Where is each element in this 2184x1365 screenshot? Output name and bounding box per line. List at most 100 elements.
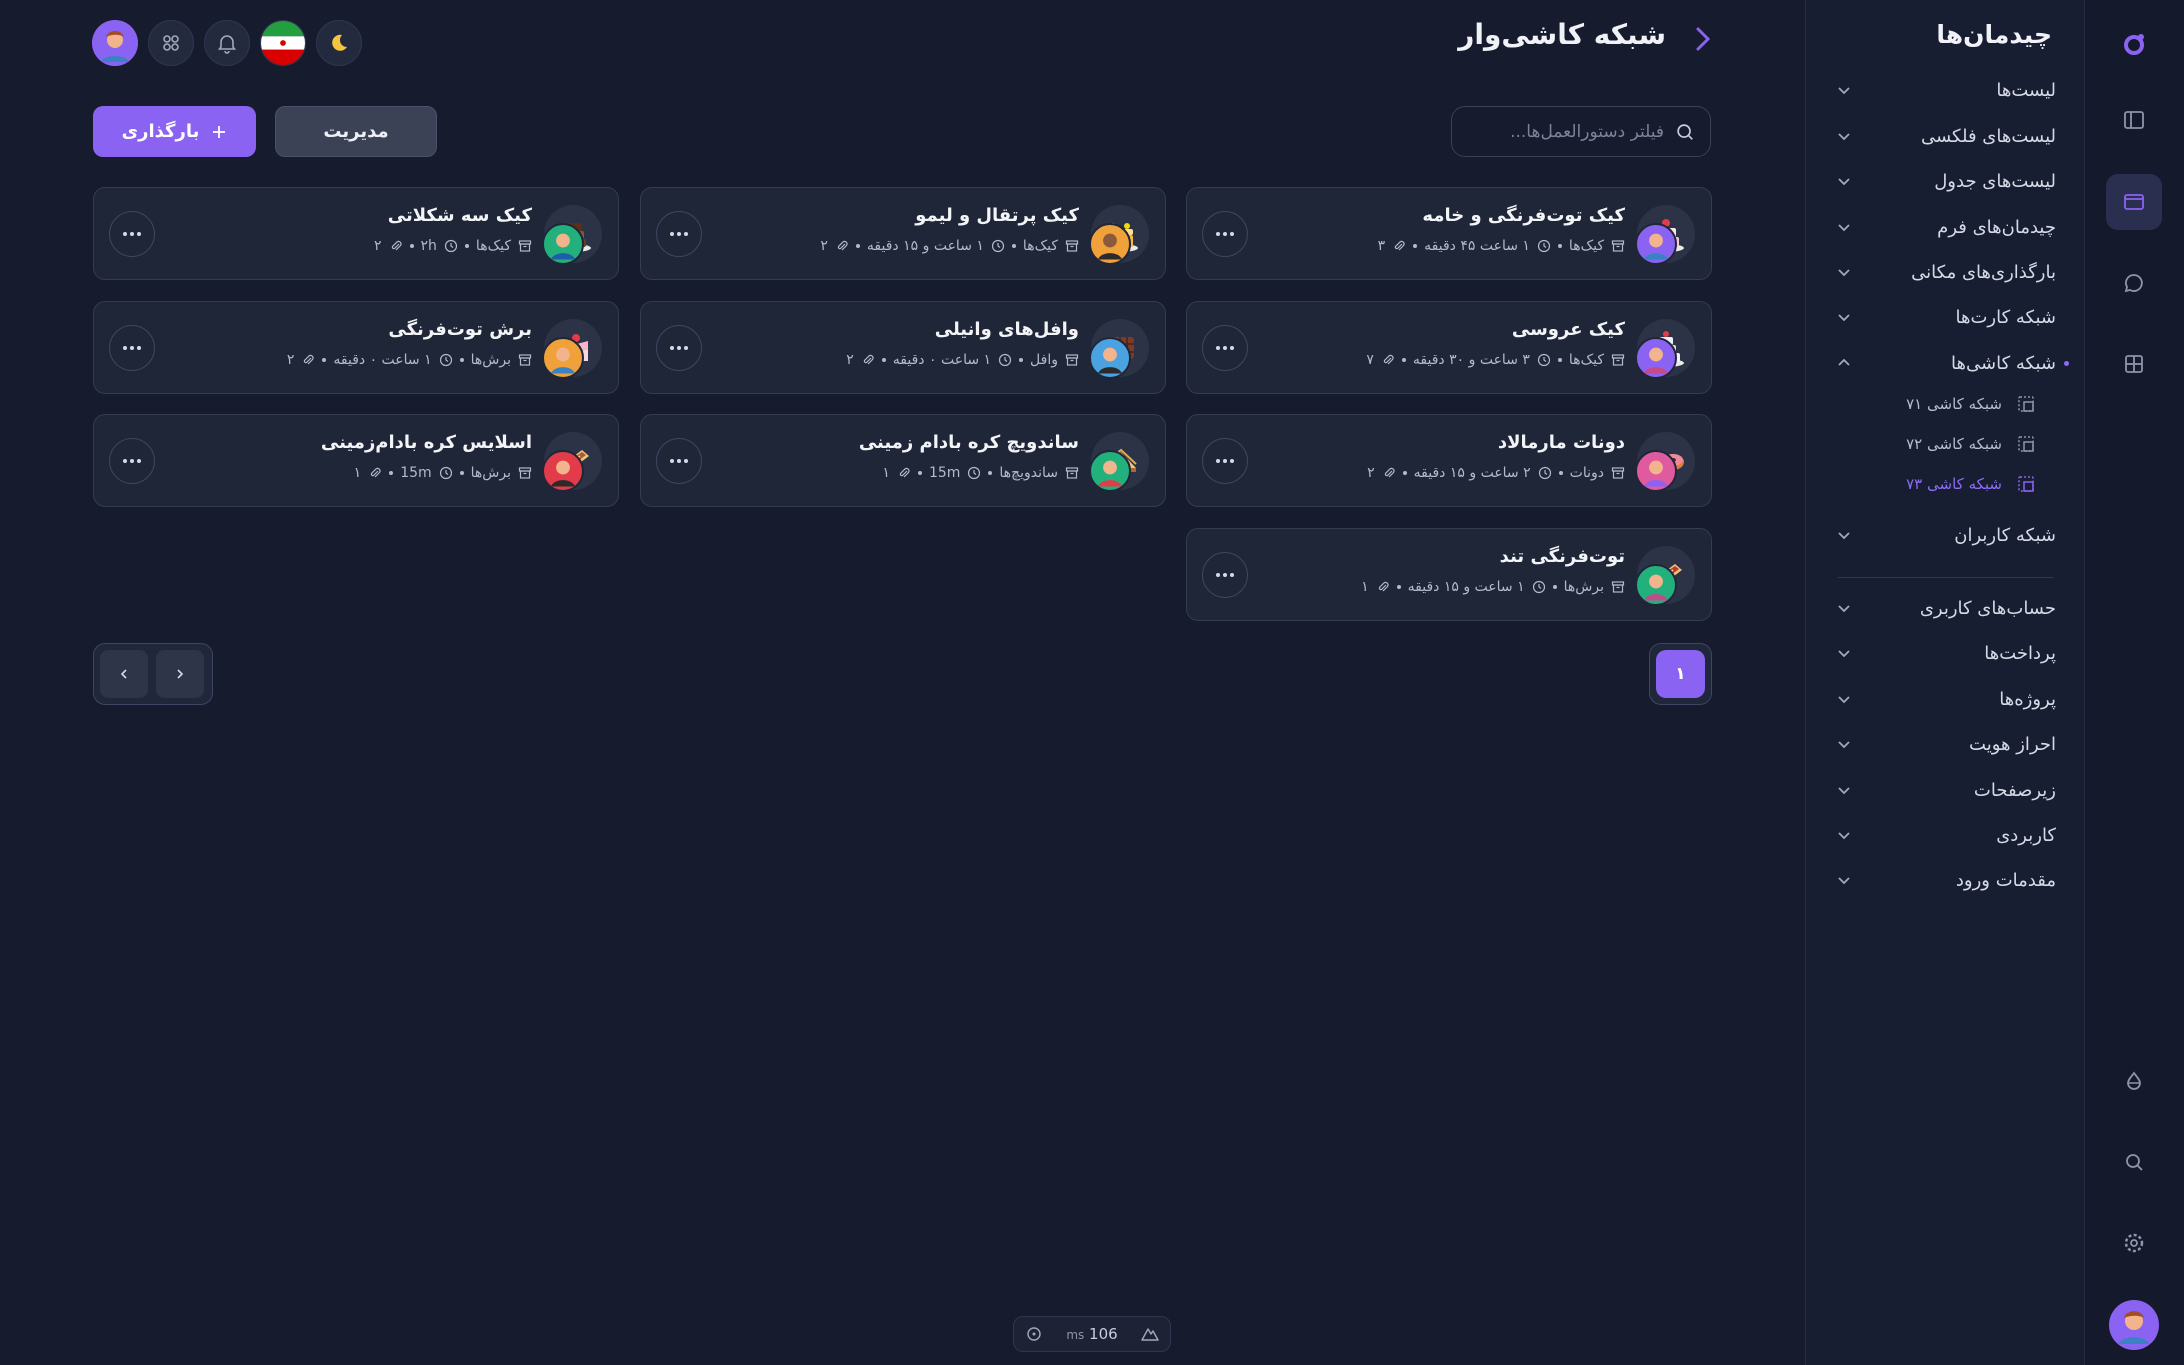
- sidebar: چیدمان‌ها لیست‌ها لیست‌های فلکسی لیست‌ها…: [1805, 0, 2084, 1365]
- archive-icon: [1065, 467, 1079, 479]
- app-logo-icon[interactable]: [2106, 16, 2162, 72]
- upload-button[interactable]: بارگذاری: [93, 106, 256, 157]
- sidebar-item-subpages[interactable]: زیرصفحات: [1836, 773, 2056, 807]
- recipe-card[interactable]: دونات مارمالاد دونات ۲ ساعت و ۱۵ دقیقه ۲: [1186, 414, 1712, 507]
- paperclip-icon: [1378, 581, 1389, 592]
- profile-avatar[interactable]: [92, 20, 138, 66]
- card-title: برش توت‌فرنگی: [388, 319, 532, 340]
- card-meta: کیک‌ها ۳ ساعت و ۳۰ دقیقه ۷: [1366, 352, 1625, 368]
- recipe-card[interactable]: کیک سه شکلاتی کیک‌ها ۲h ۲: [93, 187, 619, 280]
- chevron-down-icon: [1838, 832, 1850, 840]
- recipe-card[interactable]: کیک توت‌فرنگی و خامه کیک‌ها ۱ ساعت ۴۵ دق…: [1186, 187, 1712, 280]
- more-options-button[interactable]: [656, 211, 702, 257]
- archive-icon: [1611, 581, 1625, 593]
- more-options-button[interactable]: [1202, 438, 1248, 484]
- card-category: کیک‌ها: [1568, 352, 1604, 368]
- user-avatar[interactable]: [2106, 1297, 2162, 1353]
- paperclip-icon: [1394, 240, 1405, 251]
- cake-thumbnail: [1089, 205, 1149, 265]
- sidebar-item-form-layouts[interactable]: چیدمان‌های فرم: [1836, 210, 2056, 244]
- paperclip-icon: [304, 354, 314, 365]
- grid-icon[interactable]: [2106, 336, 2162, 392]
- layouts-icon[interactable]: [2106, 174, 2162, 230]
- card-time: 15m: [400, 465, 432, 481]
- sidebar-subitem-tile-grid-3[interactable]: شبکه کاشی ۷۳: [1906, 469, 2036, 499]
- more-options-button[interactable]: [109, 438, 155, 484]
- recipe-filter-search[interactable]: [1451, 106, 1711, 157]
- recipe-card[interactable]: کیک عروسی کیک‌ها ۳ ساعت و ۳۰ دقیقه ۷: [1186, 301, 1712, 394]
- more-options-button[interactable]: [109, 211, 155, 257]
- recipe-card[interactable]: اسلایس کره بادام‌زمینی برش‌ها 15m ۱: [93, 414, 619, 507]
- sidebar-item-user-grid[interactable]: شبکه کاربران: [1836, 518, 2056, 552]
- sidebar-item-onboarding[interactable]: مقدمات ورود: [1836, 863, 2056, 897]
- render-time-unit: ms: [1066, 1328, 1085, 1342]
- recipe-card[interactable]: کیک پرتقال و لیمو کیک‌ها ۱ ساعت و ۱۵ دقی…: [640, 187, 1166, 280]
- bell-icon: [217, 35, 237, 54]
- paperclip-icon: [863, 354, 874, 365]
- sidebar-item-flex-lists[interactable]: لیست‌های فلکسی: [1836, 119, 2056, 153]
- droplet-icon[interactable]: [2106, 1053, 2162, 1109]
- card-time: ۱ ساعت و ۱۵ دقیقه: [1407, 579, 1525, 595]
- sidebar-item-accounts[interactable]: حساب‌های کاربری: [1836, 591, 2056, 625]
- sidebar-item-utility[interactable]: کاربردی: [1836, 818, 2056, 852]
- sidebar-toggle-icon[interactable]: [2106, 92, 2162, 148]
- notifications-button[interactable]: [204, 20, 250, 66]
- sidebar-item-projects[interactable]: پروژه‌ها: [1836, 682, 2056, 716]
- sidebar-subitem-tile-grid-2[interactable]: شبکه کاشی ۷۲: [1906, 429, 2036, 459]
- sidebar-item-table-lists[interactable]: لیست‌های جدول: [1836, 164, 2056, 198]
- sidebar-item-lists[interactable]: لیست‌ها: [1836, 73, 2056, 107]
- more-options-button[interactable]: [656, 438, 702, 484]
- sidebar-item-skeleton-loaders[interactable]: بارگذاری‌های مکانی: [1836, 255, 2056, 289]
- next-page-button[interactable]: [156, 650, 204, 698]
- chat-icon[interactable]: [2106, 255, 2162, 311]
- paperclip-icon: [837, 240, 848, 251]
- card-meta: کیک‌ها ۱ ساعت ۴۵ دقیقه ۳: [1378, 238, 1625, 254]
- more-options-button[interactable]: [1202, 325, 1248, 371]
- chevron-down-icon: [1838, 133, 1850, 141]
- recipe-card[interactable]: وافل‌های وانیلی وافل ۱ ساعت ۰ دقیقه ۲: [640, 301, 1166, 394]
- recipe-card[interactable]: ساندویچ کره بادام زمینی ساندویچ‌ها 15m ۱: [640, 414, 1166, 507]
- sidebar-item-tile-grid[interactable]: شبکه کاشی‌ها: [1836, 346, 2056, 380]
- search-input[interactable]: [1484, 121, 1664, 142]
- recipe-card[interactable]: برش توت‌فرنگی برش‌ها ۱ ساعت ۰ دقیقه ۲: [93, 301, 619, 394]
- more-options-button[interactable]: [109, 325, 155, 371]
- tile-grid-icon: [2018, 436, 2034, 452]
- apps-button[interactable]: [148, 20, 194, 66]
- pagination-arrows: [93, 643, 213, 705]
- sidebar-item-label: کاربردی: [1996, 824, 2056, 846]
- card-category: ساندویچ‌ها: [999, 465, 1058, 481]
- card-title: کیک سه شکلاتی: [387, 205, 532, 226]
- dev-toolbar[interactable]: ms 106: [1013, 1316, 1171, 1352]
- chevron-down-icon: [1838, 877, 1850, 885]
- manage-button[interactable]: مدیریت: [275, 106, 437, 157]
- clock-icon: [1538, 466, 1551, 480]
- settings-gear-icon[interactable]: [2106, 1215, 2162, 1271]
- search-icon[interactable]: [2106, 1134, 2162, 1190]
- sidebar-item-card-grid[interactable]: شبکه کارت‌ها: [1836, 300, 2056, 334]
- more-options-button[interactable]: [1202, 211, 1248, 257]
- sidebar-item-authentication[interactable]: احراز هویت: [1836, 727, 2056, 761]
- clock-icon: [1537, 353, 1551, 367]
- paperclip-icon: [899, 467, 910, 478]
- previous-page-button[interactable]: [100, 650, 148, 698]
- recipe-card[interactable]: توت‌فرنگی تند برش‌ها ۱ ساعت و ۱۵ دقیقه ۱: [1186, 528, 1712, 621]
- paperclip-icon: [1384, 467, 1395, 478]
- chevron-down-icon: [1838, 650, 1850, 658]
- card-attachments: ۲: [846, 352, 854, 368]
- more-options-button[interactable]: [1202, 552, 1248, 598]
- sidebar-item-label: احراز هویت: [1969, 733, 2056, 755]
- chevron-right-icon[interactable]: [1690, 24, 1716, 54]
- theme-toggle-button[interactable]: [316, 20, 362, 66]
- slice-thumbnail: [1635, 546, 1695, 606]
- card-meta: برش‌ها ۱ ساعت ۰ دقیقه ۲: [287, 352, 532, 368]
- chevron-down-icon: [1838, 696, 1850, 704]
- card-time: ۱ ساعت ۴۵ دقیقه: [1424, 238, 1530, 254]
- sidebar-item-payments[interactable]: پرداخت‌ها: [1836, 636, 2056, 670]
- more-options-button[interactable]: [656, 325, 702, 371]
- page-number-button[interactable]: ۱: [1656, 650, 1705, 698]
- donut-thumbnail: [1635, 432, 1695, 492]
- language-button[interactable]: [260, 20, 306, 66]
- card-meta: ساندویچ‌ها 15m ۱: [882, 465, 1079, 481]
- sidebar-subitem-tile-grid-1[interactable]: شبکه کاشی ۷۱: [1906, 389, 2036, 419]
- card-attachments: ۱: [882, 465, 890, 481]
